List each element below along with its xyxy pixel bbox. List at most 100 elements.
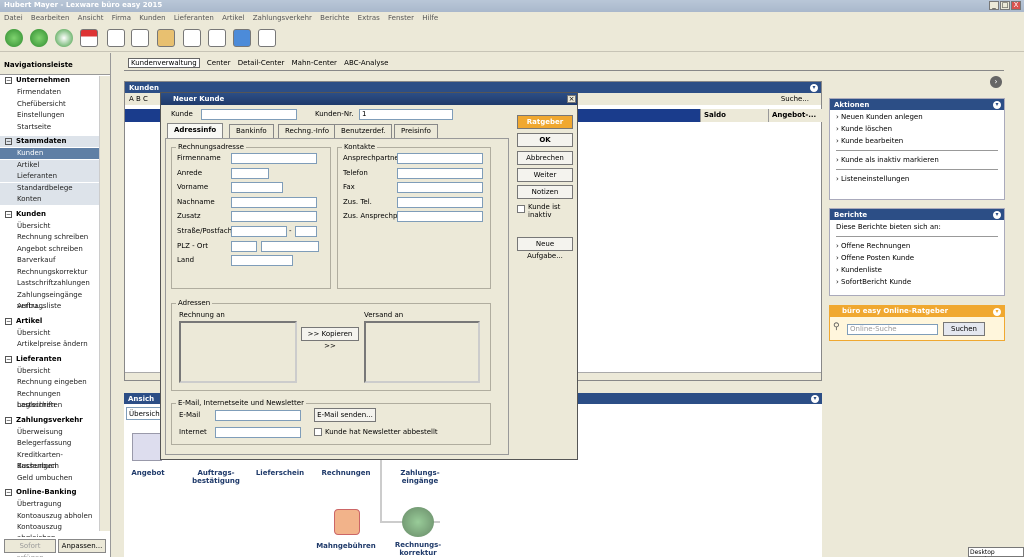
internet-field[interactable] — [215, 427, 301, 438]
edit-icon[interactable] — [131, 29, 149, 47]
tab-rechnginfo[interactable]: Rechng.-Info — [278, 124, 337, 138]
menu-zahlungsverkehr[interactable]: Zahlungsverkehr — [253, 14, 312, 22]
bericht-kundenliste[interactable]: › Kundenliste — [830, 264, 1004, 276]
nav-item[interactable]: Rechnungskorrektur — [0, 267, 99, 278]
save-icon[interactable] — [233, 29, 251, 47]
nav-group-1[interactable]: − Stammdaten — [0, 136, 99, 147]
contact-field[interactable] — [397, 196, 483, 208]
kundennr-field[interactable]: 1 — [359, 109, 453, 120]
icon-label-auftrag[interactable]: Auftrags-bestätigung — [186, 469, 246, 485]
ratgeber-collapse-icon[interactable]: ▾ — [993, 308, 1001, 316]
sofort-button[interactable]: Sofort erfügen — [4, 539, 56, 557]
magnifier-icon[interactable] — [208, 29, 226, 47]
tag-icon[interactable] — [157, 29, 175, 47]
tab-abc-analyse[interactable]: ABC-Analyse — [344, 59, 388, 67]
desktop-anzeigen-button[interactable]: Desktop anzeigen — [968, 547, 1024, 557]
action-listeneinstellungen[interactable]: › Listeneinstellungen — [830, 173, 1004, 185]
menu-artikel[interactable]: Artikel — [222, 14, 244, 22]
nav-item[interactable]: Kunden — [0, 148, 99, 159]
nav-item[interactable]: Angebot schreiben — [0, 244, 99, 255]
expand-icon[interactable]: › — [990, 76, 1002, 88]
nav-item[interactable]: Kassenbuch — [0, 461, 99, 472]
home-icon[interactable] — [80, 29, 98, 47]
nav-item[interactable]: Standardbelege — [0, 182, 99, 194]
menu-datei[interactable]: Datei — [4, 14, 23, 22]
nav-item[interactable]: Zahlungseingänge verbu... — [0, 290, 99, 310]
ort-field[interactable] — [261, 240, 319, 252]
nav-item[interactable]: Einstellungen — [0, 110, 99, 121]
nav-item[interactable]: Rechnung schreiben — [0, 232, 99, 243]
online-search-input[interactable]: Online-Suche — [847, 324, 938, 335]
nav-item[interactable]: Übersicht — [0, 366, 99, 377]
nav-item[interactable]: Lastschriften — [0, 400, 99, 411]
col-saldo[interactable]: Saldo — [700, 109, 768, 122]
contact-field[interactable] — [397, 182, 483, 194]
email-field[interactable] — [215, 410, 301, 421]
nav-item[interactable]: Lastschriftzahlungen — [0, 278, 99, 289]
anrede-field[interactable] — [231, 167, 269, 179]
tab-center[interactable]: Center — [207, 59, 231, 67]
tab-detail-center[interactable]: Detail-Center — [238, 59, 285, 67]
nav-item[interactable]: Belegerfassung — [0, 438, 99, 449]
strasse-field[interactable] — [231, 226, 287, 237]
nav-group-6[interactable]: − Online-Banking — [0, 487, 99, 498]
nav-item[interactable]: Geld umbuchen — [0, 473, 99, 484]
kunde-field[interactable] — [201, 109, 297, 120]
abbrechen-button[interactable]: Abbrechen — [517, 151, 573, 165]
nav-item[interactable]: Barverkauf — [0, 255, 99, 266]
land-field[interactable] — [231, 255, 293, 267]
nav-group-4[interactable]: − Lieferanten — [0, 354, 99, 365]
nav-group-2[interactable]: − Kunden — [0, 209, 99, 220]
bericht-offene-posten[interactable]: › Offene Posten Kunde — [830, 252, 1004, 264]
menu-hilfe[interactable]: Hilfe — [422, 14, 438, 22]
nav-item[interactable]: Rechnung eingeben — [0, 377, 99, 388]
icon-label-rechnungen[interactable]: Rechnungen — [316, 469, 376, 477]
tab-bankinfo[interactable]: Bankinfo — [229, 124, 274, 138]
aktionen-collapse-icon[interactable]: ▾ — [993, 101, 1001, 109]
menu-fenster[interactable]: Fenster — [388, 14, 414, 22]
nav-item[interactable]: Übersicht — [0, 328, 99, 339]
tab-mahn-center[interactable]: Mahn-Center — [292, 59, 337, 67]
ok-button[interactable]: OK — [517, 133, 573, 147]
tab-adressinfo[interactable]: Adressinfo — [167, 123, 224, 138]
tab-benutzerdef[interactable]: Benutzerdef. — [334, 124, 393, 138]
icon-label-zahlungseingaenge[interactable]: Zahlungs-eingänge — [390, 469, 450, 485]
nav-group-3[interactable]: − Artikel — [0, 316, 99, 327]
nav-item[interactable]: Kontoauszug abgleichen — [0, 522, 99, 537]
icon-label-angebot[interactable]: Angebot — [118, 469, 178, 477]
ratgeber-button[interactable]: Ratgeber — [517, 115, 573, 129]
addr-field[interactable] — [231, 153, 317, 164]
collapse-icon[interactable]: − — [5, 210, 12, 218]
tab-kundenverwaltung[interactable]: Kundenverwaltung — [128, 58, 200, 68]
menu-firma[interactable]: Firma — [112, 14, 131, 22]
nav-item[interactable]: Artikel — [0, 159, 99, 171]
nav-item[interactable]: Kontoauszug abholen — [0, 511, 99, 522]
addr-field[interactable] — [231, 196, 317, 208]
action-neuer-kunde[interactable]: › Neuen Kunden anlegen — [830, 110, 1004, 123]
menu-lieferanten[interactable]: Lieferanten — [174, 14, 214, 22]
collapse-ansicht-icon[interactable]: ▾ — [811, 395, 819, 403]
neue-aufgabe-button[interactable]: Neue Aufgabe... — [517, 237, 573, 260]
inaktiv-checkbox[interactable] — [517, 205, 525, 213]
bericht-sofortbericht[interactable]: › SofortBericht Kunde — [830, 276, 1004, 288]
nav-item[interactable]: Startseite — [0, 122, 99, 133]
plz-field[interactable] — [231, 240, 257, 252]
action-inaktiv[interactable]: › Kunde als inaktiv markieren — [830, 154, 1004, 166]
anpassen-button[interactable]: Anpassen... — [58, 539, 106, 553]
nav-item[interactable]: Lieferanten — [0, 171, 99, 182]
collapse-icon[interactable]: − — [5, 317, 12, 325]
nav-group-5[interactable]: − Zahlungsverkehr — [0, 415, 99, 426]
contact-field[interactable] — [397, 211, 483, 223]
notizen-button[interactable]: Notizen — [517, 185, 573, 199]
suchen-button[interactable]: Suchen — [943, 322, 985, 336]
newsletter-checkbox[interactable] — [314, 428, 322, 436]
bericht-offene-rechnungen[interactable]: › Offene Rechnungen — [830, 240, 1004, 252]
collapse-icon[interactable]: − — [5, 355, 12, 363]
icon-label-rechnungskorrektur[interactable]: Rechnungs-korrektur — [388, 541, 448, 557]
back-icon[interactable] — [5, 29, 23, 47]
rechnung-an-box[interactable] — [179, 321, 297, 383]
collapse-icon[interactable]: − — [5, 138, 12, 145]
menu-extras[interactable]: Extras — [358, 14, 380, 22]
angebot-icon[interactable] — [132, 433, 162, 461]
nav-item[interactable]: Konten — [0, 194, 99, 205]
